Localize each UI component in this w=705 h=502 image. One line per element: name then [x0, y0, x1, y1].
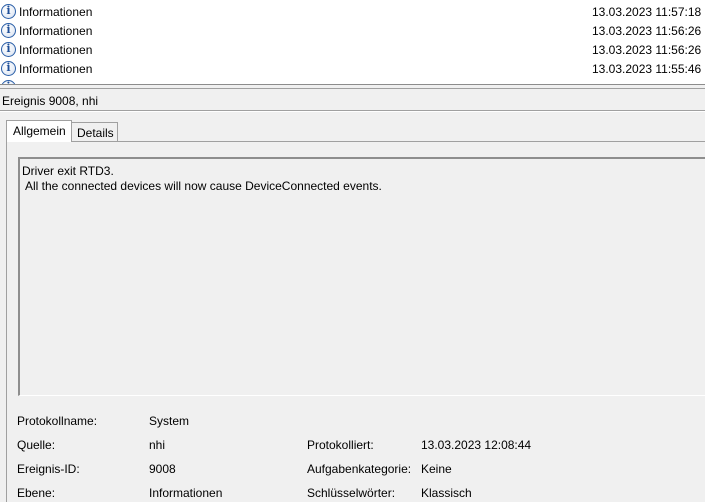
- tab-general-label: Allgemein: [13, 124, 66, 138]
- event-row[interactable]: Informationen 13.03.2023 11:55:46: [0, 59, 705, 78]
- event-level: Informationen: [19, 5, 93, 19]
- event-id-value: 9008: [149, 462, 176, 476]
- event-row[interactable]: Informationen 13.03.2023 11:56:26: [0, 21, 705, 40]
- event-date: 13.03.2023 11:56:26: [592, 43, 702, 57]
- task-category-label: Aufgabenkategorie:: [307, 462, 412, 476]
- tab-details-label: Details: [77, 126, 114, 140]
- source-value: nhi: [149, 438, 166, 452]
- event-list[interactable]: Informationen 13.03.2023 11:57:18 Inform…: [0, 0, 705, 84]
- source-label: Quelle:: [17, 438, 56, 452]
- event-detail-title: Ereignis 9008, nhi: [2, 94, 99, 108]
- level-label: Ebene:: [17, 486, 56, 500]
- event-date: 13.03.2023 11:56:26: [592, 24, 702, 38]
- logged-value: 13.03.2023 12:08:44: [421, 438, 532, 452]
- event-level: Informationen: [19, 43, 93, 57]
- event-date: 13.03.2023 11:57:18: [592, 5, 702, 19]
- tab-general[interactable]: Allgemein: [6, 120, 72, 142]
- event-date: 13.03.2023 11:55:46: [592, 62, 702, 76]
- event-id-label: Ereignis-ID:: [17, 462, 80, 476]
- information-icon: [1, 42, 16, 57]
- event-level: Informationen: [19, 62, 93, 76]
- description-line: Driver exit RTD3.: [22, 164, 114, 178]
- task-category-value: Keine: [421, 462, 452, 476]
- level-value: Informationen: [149, 486, 223, 500]
- keywords-value: Klassisch: [421, 486, 472, 500]
- information-icon: [1, 23, 16, 38]
- information-icon: [1, 61, 16, 76]
- event-level: Informationen: [19, 24, 93, 38]
- logged-label: Protokolliert:: [307, 438, 374, 452]
- log-name-value: System: [149, 414, 190, 428]
- description-line: All the connected devices will now cause…: [25, 179, 382, 193]
- information-icon: [1, 4, 16, 19]
- detail-header: Ereignis 9008, nhi: [0, 89, 705, 111]
- tab-details[interactable]: Details: [72, 122, 118, 141]
- keywords-label: Schlüsselwörter:: [307, 486, 396, 500]
- event-description-box[interactable]: Driver exit RTD3. All the connected devi…: [18, 157, 705, 396]
- log-name-label: Protokollname:: [17, 414, 98, 428]
- event-row[interactable]: Informationen 13.03.2023 11:57:18: [0, 2, 705, 21]
- event-row[interactable]: Informationen 13.03.2023 11:56:26: [0, 40, 705, 59]
